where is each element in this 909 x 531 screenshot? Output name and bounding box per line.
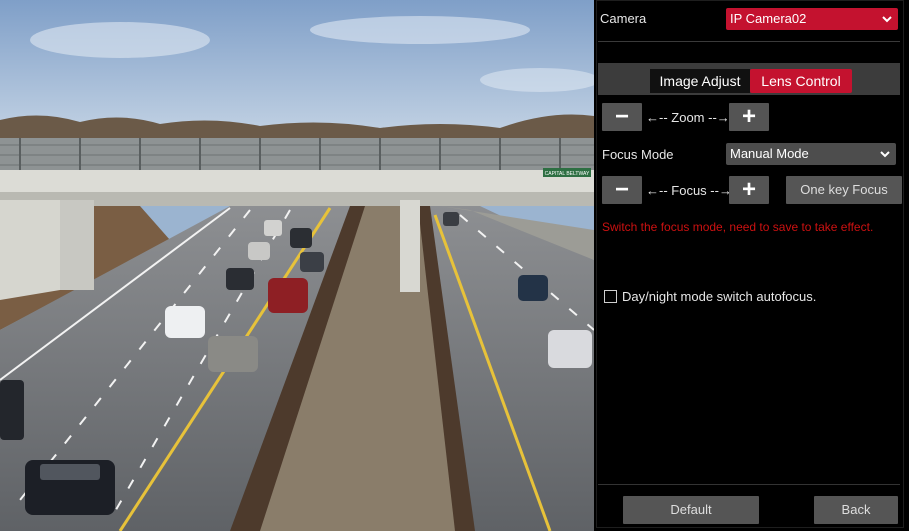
highway-scene: CAPITAL BELTWAY xyxy=(0,0,594,531)
focus-mode-warning: Switch the focus mode, need to save to t… xyxy=(602,220,874,234)
camera-preview: CAPITAL BELTWAY xyxy=(0,0,594,531)
chevron-down-icon xyxy=(882,16,892,23)
focus-far-button[interactable]: + xyxy=(729,176,769,204)
autofocus-label: Day/night mode switch autofocus. xyxy=(622,289,817,304)
zoom-label-text: Zoom xyxy=(671,110,705,125)
one-key-focus-button[interactable]: One key Focus xyxy=(786,176,902,204)
zoom-label: ←-- Zoom --→ xyxy=(646,110,730,125)
tab-lens-control[interactable]: Lens Control xyxy=(750,69,852,93)
autofocus-checkbox[interactable] xyxy=(604,290,617,303)
focus-near-button[interactable]: − xyxy=(602,176,642,204)
left-arrow-icon: ←-- xyxy=(646,110,672,125)
zoom-out-button[interactable]: − xyxy=(602,103,642,131)
chevron-down-icon xyxy=(880,151,890,158)
lens-settings-panel: Camera IP Camera02 Image Adjust Lens Con… xyxy=(594,0,909,531)
zoom-in-button[interactable]: + xyxy=(729,103,769,131)
focus-label: ←-- Focus --→ xyxy=(646,183,732,198)
camera-select[interactable]: IP Camera02 xyxy=(726,8,898,30)
left-arrow-icon: ←-- xyxy=(646,183,672,198)
focus-mode-select[interactable]: Manual Mode xyxy=(726,143,896,165)
focus-label-text: Focus xyxy=(671,183,707,198)
divider xyxy=(598,41,900,42)
tab-bar: Image Adjust Lens Control xyxy=(598,63,900,95)
tab-image-adjust[interactable]: Image Adjust xyxy=(650,69,750,93)
back-button[interactable]: Back xyxy=(814,496,898,524)
camera-select-value: IP Camera02 xyxy=(730,11,807,26)
default-button[interactable]: Default xyxy=(623,496,759,524)
footer-divider xyxy=(598,484,900,485)
right-arrow-icon: --→ xyxy=(704,110,730,125)
focus-mode-value: Manual Mode xyxy=(730,146,809,161)
highway-sign-text: CAPITAL BELTWAY xyxy=(545,171,590,177)
focus-mode-label: Focus Mode xyxy=(602,147,674,162)
camera-label: Camera xyxy=(600,11,647,26)
